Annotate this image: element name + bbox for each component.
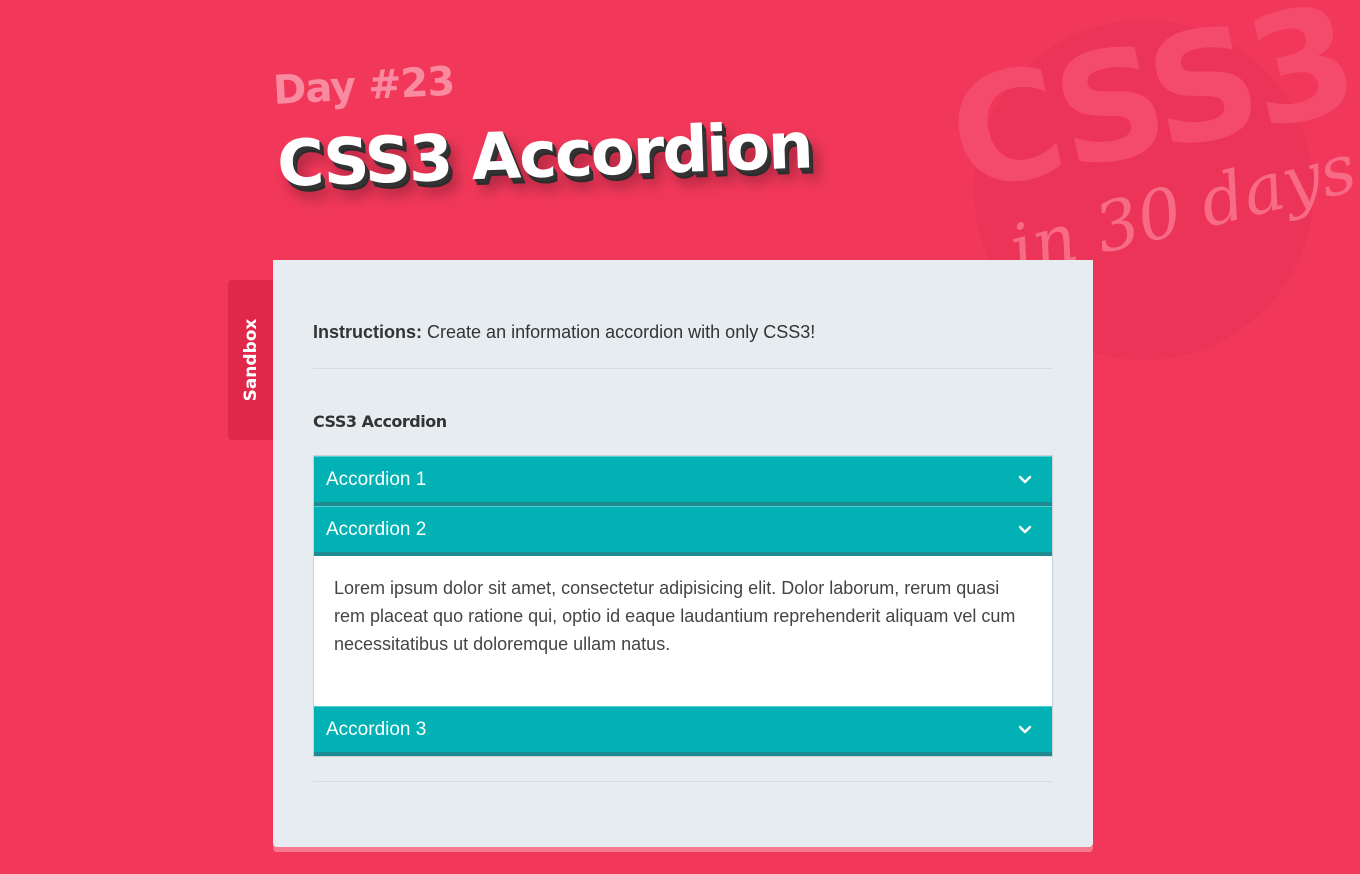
divider-top xyxy=(313,368,1053,369)
accordion-label-2: Accordion 2 xyxy=(326,519,427,540)
accordion-label-1: Accordion 1 xyxy=(326,469,427,490)
instructions: Instructions: Create an information acco… xyxy=(313,322,815,343)
content-card: Instructions: Create an information acco… xyxy=(273,260,1093,847)
chevron-down-icon xyxy=(1018,525,1032,534)
sandbox-tab-label: Sandbox xyxy=(240,318,261,402)
accordion-header-1[interactable]: Accordion 1 xyxy=(314,456,1052,506)
divider-bottom xyxy=(313,781,1053,782)
chevron-down-icon xyxy=(1018,475,1032,484)
chevron-down-icon xyxy=(1018,725,1032,734)
instructions-label: Instructions: xyxy=(313,322,423,342)
accordion-content-2: Lorem ipsum dolor sit amet, consectetur … xyxy=(314,556,1052,706)
page-title: CSS3 Accordion xyxy=(276,109,813,202)
instructions-text: Create an information accordion with onl… xyxy=(427,322,816,342)
accordion-header-3[interactable]: Accordion 3 xyxy=(314,706,1052,756)
accordion: Accordion 1 Accordion 2 Lorem ipsum dolo… xyxy=(313,455,1053,757)
accordion-label-3: Accordion 3 xyxy=(326,719,427,740)
accordion-header-2[interactable]: Accordion 2 xyxy=(314,506,1052,556)
section-title: CSS3 Accordion xyxy=(313,412,447,431)
sandbox-tab[interactable]: Sandbox xyxy=(228,280,273,440)
day-label: Day #23 xyxy=(272,58,456,114)
